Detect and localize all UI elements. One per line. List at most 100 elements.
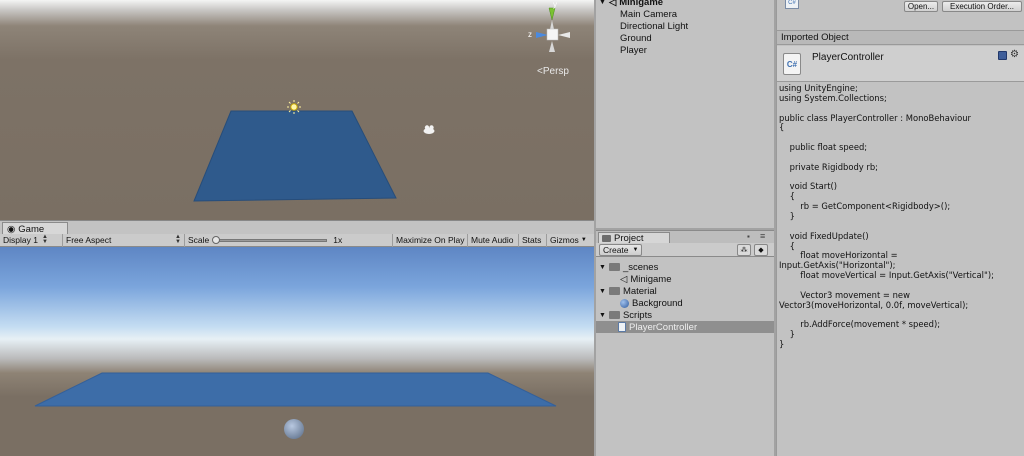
player-sphere (284, 419, 304, 439)
code-line: rb.AddForce(movement * speed); (779, 319, 941, 330)
folder-icon (608, 287, 620, 295)
open-button-label: Open... (907, 2, 935, 11)
filter-icon: ⁂ (740, 247, 748, 254)
game-tab-bar: ◉ Game (0, 220, 594, 235)
help-book-icon[interactable] (998, 51, 1007, 60)
gizmo-z-label: z (528, 30, 532, 39)
asset-header: C# PlayerController ⚙ (777, 46, 1024, 82)
orientation-gizmo-icon[interactable]: y z (520, 0, 586, 66)
hierarchy-item-label: Player (620, 45, 647, 56)
search-by-type-button[interactable]: ⁂ (737, 244, 751, 256)
code-line: public class PlayerController : MonoBeha… (779, 112, 971, 123)
maximize-on-play-button[interactable]: Maximize On Play (393, 233, 468, 247)
imported-object-label: Imported Object (781, 32, 849, 43)
chevron-down-icon: ▼ (580, 237, 587, 243)
chevron-down-icon: ▼ (599, 0, 606, 6)
display-dropdown[interactable]: Display 1 ▲ ▼ (0, 233, 63, 247)
asset-label: PlayerController (629, 321, 698, 333)
project-panel: ▼ _scenes ◁ Minigame ▼ Material Backgrou… (596, 257, 774, 456)
persp-toggle[interactable]: <Persp (537, 66, 569, 77)
project-folder-scripts[interactable]: ▼ Scripts (599, 309, 652, 321)
asset-title: PlayerController (812, 52, 884, 63)
project-item-minigame-scene[interactable]: ◁ Minigame (620, 273, 672, 285)
code-line: } (779, 210, 795, 221)
ground-plane[interactable] (193, 110, 397, 202)
create-button[interactable]: Create ▼ (599, 244, 642, 256)
chevron-down-icon: ▼ (599, 287, 606, 295)
game-ground-plane (34, 372, 557, 407)
unity-scene-icon: ◁ (620, 273, 628, 285)
scene-view[interactable]: y z <Persp (0, 0, 594, 220)
hierarchy-item-label: Ground (620, 33, 652, 44)
cs-badge-label: C# (786, 59, 798, 69)
gizmos-label: Gizmos (550, 235, 579, 245)
hierarchy-item-main-camera[interactable]: Main Camera (620, 9, 677, 20)
gizmos-dropdown[interactable]: Gizmos ▼ (547, 234, 594, 247)
project-folder-material[interactable]: ▼ Material (599, 285, 657, 297)
folder-label: _scenes (622, 261, 659, 273)
mute-audio-label: Mute Audio (471, 235, 514, 245)
scale-slider-thumb[interactable] (212, 235, 221, 244)
scale-value: 1x (333, 235, 343, 245)
imported-object-header: Imported Object (777, 30, 1024, 45)
lock-icon[interactable]: ▪ (747, 232, 750, 241)
project-folder-scenes[interactable]: ▼ _scenes (599, 261, 658, 273)
asset-label: Minigame (630, 273, 672, 285)
code-line: void FixedUpdate() (779, 230, 869, 241)
hierarchy-item-label: Main Camera (620, 9, 678, 20)
code-line: } (779, 329, 795, 340)
code-line: { (779, 122, 785, 133)
maximize-on-play-label: Maximize On Play (396, 235, 465, 245)
code-line: Vector3(moveHorizontal, 0.0f, moveVertic… (779, 299, 969, 310)
cs-badge-label: C# (788, 0, 796, 6)
scene-canvas[interactable] (0, 0, 594, 220)
camera-icon[interactable] (423, 125, 435, 134)
inspector-panel: C# Open... Execution Order... Imported O… (776, 0, 1024, 456)
scale-label: Scale (188, 235, 210, 245)
code-line: float moveVertical = Input.GetAxis("Vert… (779, 270, 994, 281)
hierarchy-item-directional-light[interactable]: Directional Light (620, 21, 688, 32)
chevron-down-icon: ▼ (599, 311, 606, 319)
hierarchy-scene-row[interactable]: ▼ ◁ Minigame (599, 0, 663, 8)
mute-audio-button[interactable]: Mute Audio (468, 233, 519, 247)
chevron-down-icon: ▼ (632, 247, 639, 253)
create-label: Create (603, 245, 629, 255)
folder-icon (602, 235, 611, 242)
code-line: private Rigidbody rb; (779, 161, 878, 172)
scale-slider[interactable] (212, 235, 328, 244)
hierarchy-scene-name: Minigame (619, 0, 664, 8)
folder-icon (608, 311, 620, 319)
gear-icon[interactable]: ⚙ (1010, 49, 1019, 60)
dropdown-arrows-icon: ▲ ▼ (41, 234, 48, 245)
code-line: public float speed; (779, 142, 868, 153)
execution-order-button[interactable]: Execution Order... (942, 1, 1022, 12)
hierarchy-panel: ▼ ◁ Minigame Main Camera Directional Lig… (596, 0, 774, 228)
open-button[interactable]: Open... (904, 1, 938, 12)
folder-label: Material (622, 285, 657, 297)
project-item-background-material[interactable]: Background (620, 297, 683, 309)
hierarchy-item-label: Directional Light (620, 21, 689, 32)
aspect-dropdown[interactable]: Free Aspect ▲ ▼ (63, 233, 185, 247)
stats-button[interactable]: Stats (519, 233, 547, 247)
code-line: using System.Collections; (779, 92, 887, 103)
project-item-playercontroller-script[interactable]: PlayerController (596, 321, 774, 333)
gizmo-y-label: y (553, 0, 557, 9)
project-toolbar: Create ▼ ⁂ ◆ (596, 243, 774, 257)
panel-menu-icon[interactable]: ≡ (760, 231, 765, 241)
game-canvas[interactable] (0, 247, 594, 456)
asset-label: Background (632, 297, 683, 309)
hierarchy-item-player[interactable]: Player (620, 45, 647, 56)
chevron-down-icon: ▼ (599, 263, 606, 271)
dropdown-arrows-icon: ▲ ▼ (175, 234, 181, 245)
persp-label: Persp (542, 66, 569, 77)
hierarchy-item-ground[interactable]: Ground (620, 33, 652, 44)
material-sphere-icon (620, 298, 629, 308)
csharp-script-icon: C# (783, 53, 801, 75)
game-view[interactable] (0, 247, 594, 456)
execution-order-label: Execution Order... (949, 2, 1015, 11)
code-line: } (779, 338, 785, 349)
unity-scene-icon: ◁ (608, 0, 617, 8)
search-by-label-button[interactable]: ◆ (754, 244, 768, 256)
tag-icon: ◆ (758, 247, 764, 254)
inspector-top-bar: C# Open... Execution Order... (777, 0, 1024, 14)
